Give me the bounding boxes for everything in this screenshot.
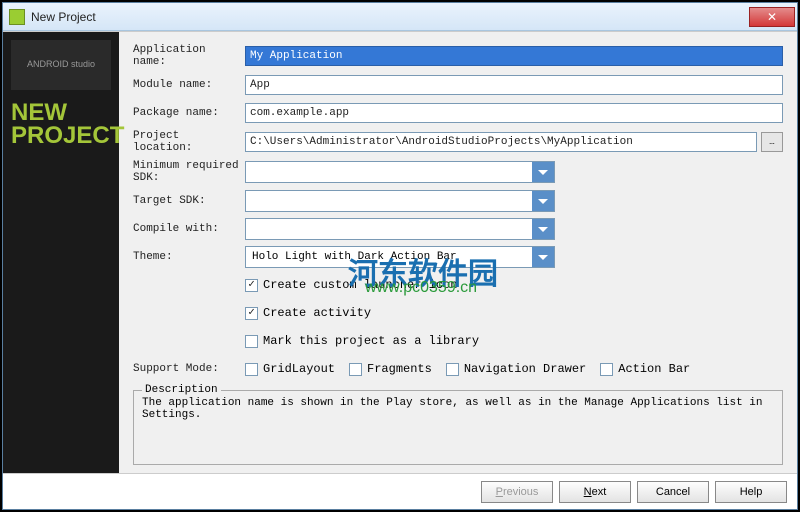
- navigation-drawer-checkbox[interactable]: Navigation Drawer: [446, 362, 586, 376]
- chevron-down-icon: [532, 162, 554, 182]
- min-sdk-label: Minimum required SDK:: [133, 160, 245, 184]
- package-name-label: Package name:: [133, 107, 245, 119]
- launcher-icon-checkbox[interactable]: ✓Create custom launcher icon: [245, 278, 457, 292]
- min-sdk-select[interactable]: [245, 161, 555, 183]
- description-text: The application name is shown in the Pla…: [142, 397, 774, 421]
- sidebar: ANDROID studio NEW PROJECT: [3, 32, 119, 473]
- target-sdk-select[interactable]: [245, 190, 555, 212]
- app-name-input[interactable]: [245, 46, 783, 66]
- app-icon: [9, 9, 25, 25]
- project-location-label: Project location:: [133, 130, 245, 154]
- description-header: Description: [142, 384, 221, 396]
- chevron-down-icon: [532, 247, 554, 267]
- theme-label: Theme:: [133, 251, 245, 263]
- theme-select[interactable]: Holo Light with Dark Action Bar: [245, 246, 555, 268]
- close-button[interactable]: ✕: [749, 7, 795, 27]
- action-bar-checkbox[interactable]: Action Bar: [600, 362, 690, 376]
- support-mode-label: Support Mode:: [133, 363, 245, 375]
- package-name-input[interactable]: [245, 103, 783, 123]
- compile-with-label: Compile with:: [133, 223, 245, 235]
- titlebar: New Project ✕: [3, 3, 797, 31]
- chevron-down-icon: [532, 219, 554, 239]
- android-studio-logo: ANDROID studio: [11, 40, 111, 90]
- module-name-input[interactable]: [245, 75, 783, 95]
- sidebar-headline: NEW PROJECT: [11, 102, 111, 148]
- app-name-label: Application name:: [133, 44, 245, 68]
- create-activity-checkbox[interactable]: ✓Create activity: [245, 306, 371, 320]
- button-bar: Previous Next Cancel Help: [3, 473, 797, 509]
- gridlayout-checkbox[interactable]: GridLayout: [245, 362, 335, 376]
- target-sdk-label: Target SDK:: [133, 195, 245, 207]
- chevron-down-icon: [532, 191, 554, 211]
- window-title: New Project: [31, 10, 749, 24]
- previous-button[interactable]: Previous: [481, 481, 553, 503]
- description-box: Description The application name is show…: [133, 390, 783, 465]
- project-location-input[interactable]: [245, 132, 757, 152]
- next-button[interactable]: Next: [559, 481, 631, 503]
- cancel-button[interactable]: Cancel: [637, 481, 709, 503]
- compile-with-select[interactable]: [245, 218, 555, 240]
- fragments-checkbox[interactable]: Fragments: [349, 362, 432, 376]
- mark-library-checkbox[interactable]: Mark this project as a library: [245, 334, 479, 348]
- help-button[interactable]: Help: [715, 481, 787, 503]
- browse-button[interactable]: …: [761, 132, 783, 152]
- module-name-label: Module name:: [133, 79, 245, 91]
